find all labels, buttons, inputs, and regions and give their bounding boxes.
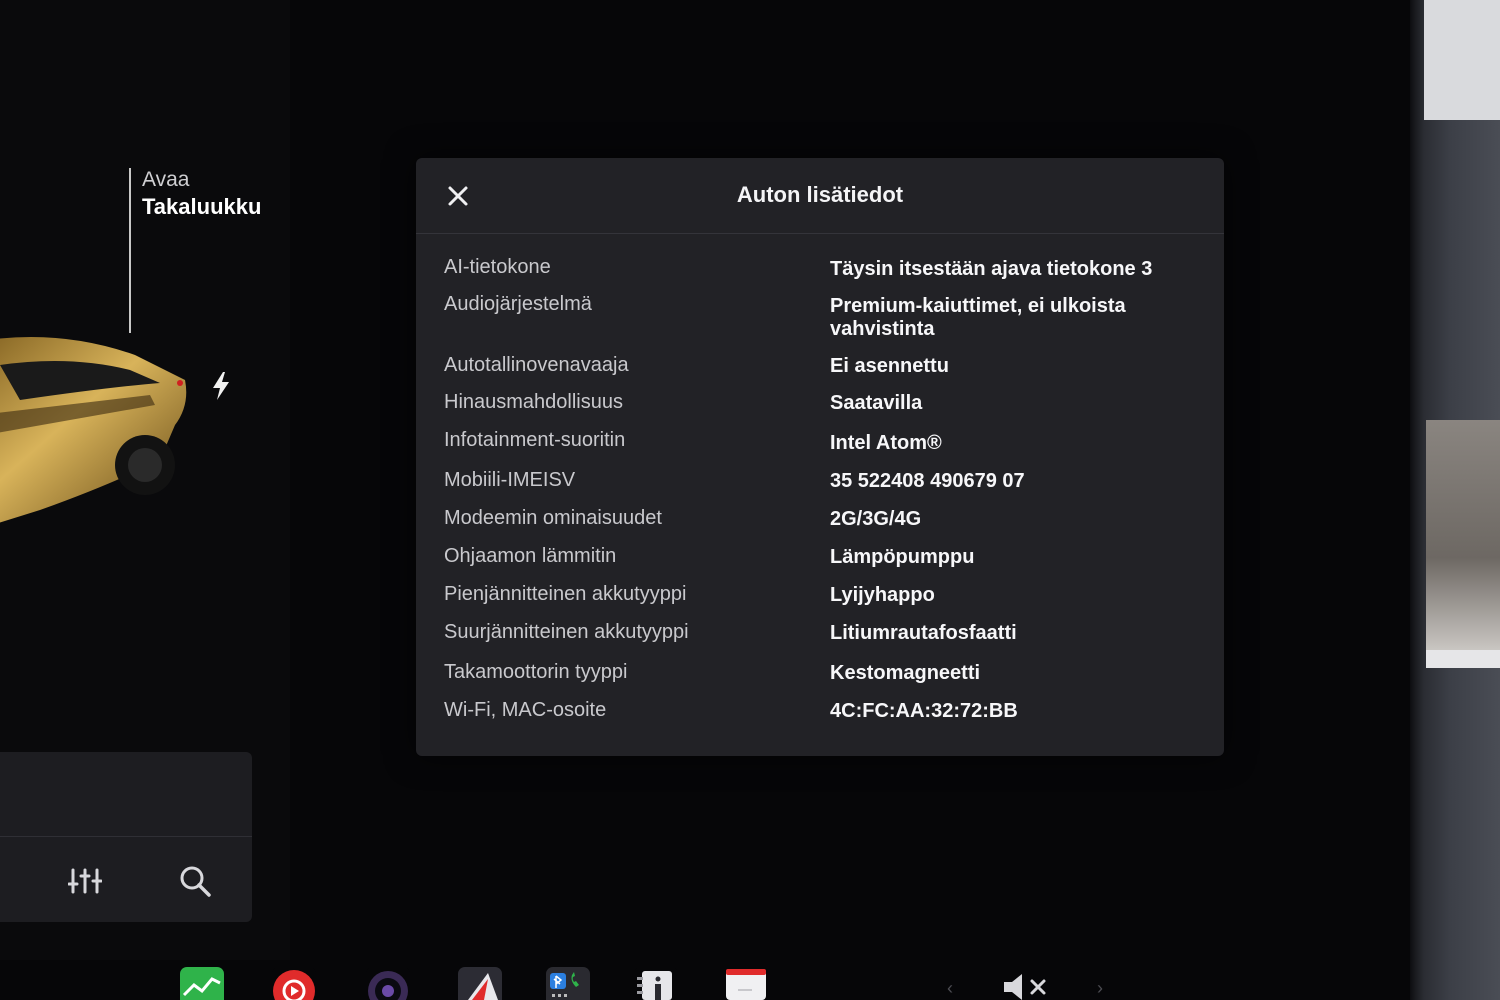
equalizer-icon[interactable]: [68, 866, 102, 896]
info-value: Lyijyhappo: [830, 584, 935, 606]
calendar-app-icon[interactable]: [724, 967, 768, 1000]
phone-bluetooth-app-icon[interactable]: [546, 967, 590, 1000]
dialog-title: Auton lisätiedot: [736, 182, 904, 207]
info-value: Saatavilla: [830, 392, 923, 414]
background-window: [1424, 0, 1500, 120]
info-label: Ohjaamon lämmitin: [444, 545, 617, 567]
info-label: Audiojärjestelmä: [444, 293, 592, 315]
lightning-icon: [213, 372, 229, 400]
info-app-icon[interactable]: [634, 967, 678, 1000]
info-value: 2G/3G/4G: [830, 508, 922, 530]
info-value: Premium-kaiuttimet, ei ulkoista vahvisti…: [830, 295, 1126, 340]
background-reflection-light: [1426, 650, 1500, 668]
screen-bezel: [1410, 0, 1500, 1000]
energy-app-icon[interactable]: [180, 967, 224, 1000]
info-label: AI-tietokone: [444, 256, 551, 278]
info-label: Wi-Fi, MAC-osoite: [444, 699, 607, 721]
dock-chevron-left[interactable]: ‹: [947, 978, 953, 999]
trunk-indicator-line: [129, 168, 131, 333]
trunk-button[interactable]: Takaluukku: [142, 194, 261, 220]
media-player-panel: [0, 752, 252, 922]
volume-muted-icon[interactable]: [1002, 972, 1052, 1000]
info-value: Litiumrautafosfaatti: [830, 622, 1017, 644]
info-value: Täysin itsestään ajava tietokone 3: [830, 258, 1153, 280]
info-label: Takamoottorin tyyppi: [444, 661, 628, 683]
info-value: 4C:FC:AA:32:72:BB: [830, 700, 1018, 722]
vehicle-info-dialog: Auton lisätiedot AI-tietokone Täysin its…: [416, 158, 1224, 756]
info-label: Infotainment-suoritin: [444, 429, 626, 451]
car-model-image: [0, 337, 187, 523]
info-label: Modeemin ominaisuudet: [444, 507, 662, 529]
info-label: Autotallinovenavaaja: [444, 354, 629, 376]
trunk-open-label[interactable]: Avaa: [142, 168, 190, 192]
info-value: Kestomagneetti: [830, 662, 981, 684]
vehicle-panel: Avaa Takaluukku: [0, 0, 290, 960]
info-label: Suurjännitteinen akkutyyppi: [444, 621, 689, 643]
dock-chevron-right[interactable]: ›: [1097, 978, 1103, 999]
background-reflection: [1426, 420, 1500, 650]
info-value: Ei asennettu: [830, 355, 949, 377]
search-icon[interactable]: [178, 864, 212, 898]
info-value: 35 522408 490679 07: [830, 470, 1025, 492]
info-value: Lämpöpumppu: [830, 546, 975, 568]
info-label: Hinausmahdollisuus: [444, 391, 623, 413]
dialog-header: Auton lisätiedot: [416, 158, 1224, 234]
navigation-app-icon[interactable]: [458, 967, 502, 1000]
camera-app-icon[interactable]: [366, 967, 410, 1000]
info-label: Mobiili-IMEISV: [444, 469, 576, 491]
info-label: Pienjännitteinen akkutyyppi: [444, 583, 687, 605]
media-player-app-icon[interactable]: [272, 967, 316, 1000]
media-panel-divider: [0, 836, 252, 837]
info-value: Intel Atom®: [830, 432, 942, 454]
